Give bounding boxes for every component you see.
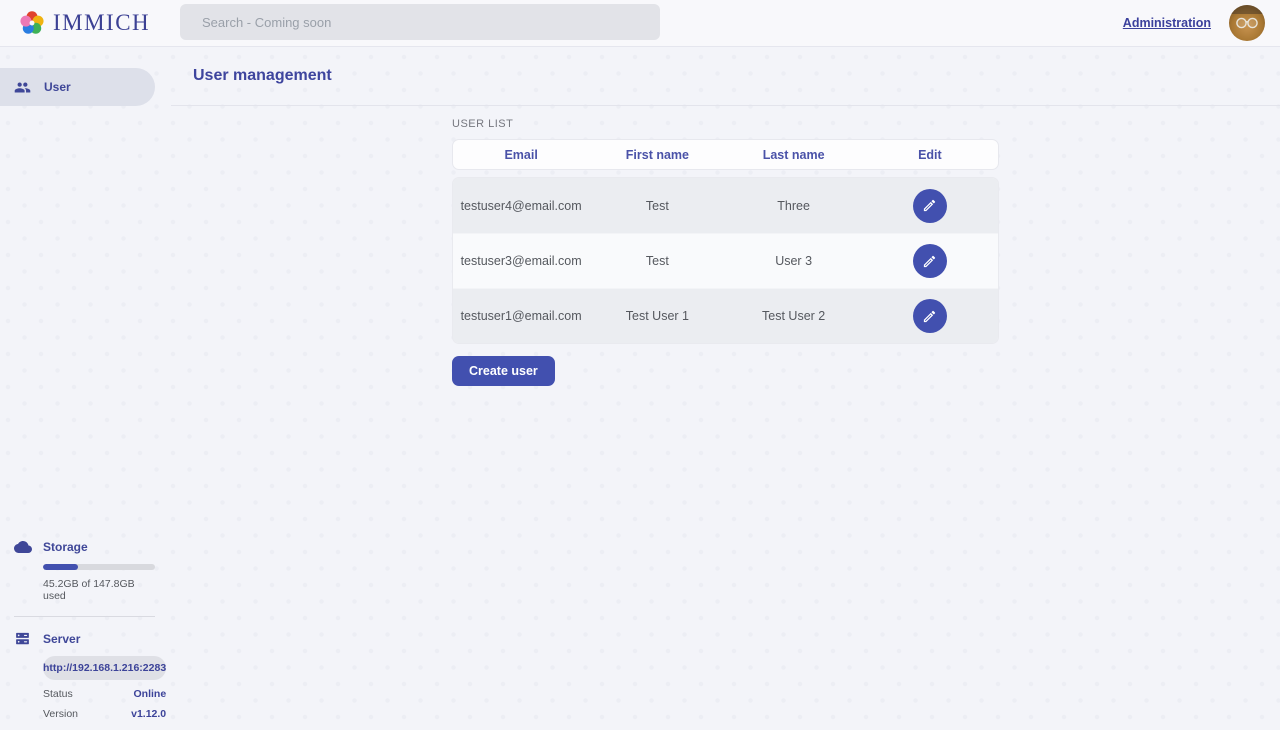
table-body: testuser4@email.com Test Three [452, 177, 999, 344]
table-row: testuser3@email.com Test User 3 [453, 233, 998, 288]
immich-flower-icon [18, 9, 46, 37]
nav-right: Administration [1123, 5, 1280, 41]
storage-widget: Storage 45.2GB of 147.8GB used [14, 538, 155, 602]
server-status-value: Online [133, 688, 166, 700]
server-url-pill: http://192.168.1.216:2283 [43, 656, 166, 680]
cell-first-name: Test [589, 199, 725, 213]
server-widget: Server http://192.168.1.216:2283 Status … [14, 630, 155, 720]
app-root: IMMICH Administration [0, 0, 1280, 730]
page-body: USER LIST Email First name Last name Edi… [171, 106, 1280, 386]
column-header-last-name: Last name [726, 148, 862, 162]
table-row: testuser4@email.com Test Three [453, 178, 998, 233]
cell-email: testuser4@email.com [453, 199, 589, 213]
server-version-row: Version v1.12.0 [43, 708, 166, 720]
users-icon [14, 79, 31, 96]
pencil-icon [922, 198, 937, 213]
cell-email: testuser1@email.com [453, 309, 589, 323]
column-header-first-name: First name [589, 148, 725, 162]
page-title: User management [193, 67, 332, 85]
server-icon [14, 630, 43, 647]
server-version-value: v1.12.0 [131, 708, 166, 720]
edit-user-button[interactable] [913, 299, 947, 333]
cell-last-name: User 3 [726, 254, 862, 268]
cell-first-name: Test User 1 [589, 309, 725, 323]
storage-title: Storage [43, 540, 155, 554]
user-avatar[interactable] [1229, 5, 1265, 41]
content-area: User Storage 45.2GB of 147.8GB used [0, 47, 1280, 730]
user-table: Email First name Last name Edit testuser… [452, 139, 999, 344]
table-header-row: Email First name Last name Edit [452, 139, 999, 170]
title-bar: User management [171, 47, 1280, 106]
server-status-row: Status Online [43, 688, 166, 700]
cloud-icon [14, 538, 43, 556]
create-user-button[interactable]: Create user [452, 356, 555, 386]
cell-email: testuser3@email.com [453, 254, 589, 268]
sidebar-item-user-label: User [44, 80, 71, 94]
edit-user-button[interactable] [913, 189, 947, 223]
storage-progress-bar [43, 564, 155, 570]
cell-last-name: Test User 2 [726, 309, 862, 323]
cell-first-name: Test [589, 254, 725, 268]
sidebar-divider [14, 616, 155, 617]
top-nav: IMMICH Administration [0, 0, 1280, 47]
main-panel: User management USER LIST Email First na… [171, 47, 1280, 730]
pencil-icon [922, 309, 937, 324]
table-row: testuser1@email.com Test User 1 Test Use… [453, 288, 998, 343]
immich-logo-text: IMMICH [53, 10, 150, 36]
cell-last-name: Three [726, 199, 862, 213]
administration-link[interactable]: Administration [1123, 16, 1211, 30]
edit-user-button[interactable] [913, 244, 947, 278]
server-version-label: Version [43, 708, 78, 720]
immich-logo[interactable]: IMMICH [18, 9, 150, 37]
column-header-edit: Edit [862, 148, 998, 162]
storage-progress-fill [43, 564, 78, 570]
server-status-label: Status [43, 688, 73, 700]
column-header-email: Email [453, 148, 589, 162]
sidebar-footer: Storage 45.2GB of 147.8GB used [0, 538, 171, 720]
sidebar: User Storage 45.2GB of 147.8GB used [0, 47, 171, 730]
server-title: Server [43, 632, 166, 646]
search-input[interactable] [180, 4, 660, 40]
avatar-image [1229, 5, 1265, 41]
storage-usage-text: 45.2GB of 147.8GB used [43, 578, 155, 602]
pencil-icon [922, 254, 937, 269]
user-list-heading: USER LIST [452, 118, 1280, 130]
sidebar-item-user[interactable]: User [0, 68, 155, 106]
